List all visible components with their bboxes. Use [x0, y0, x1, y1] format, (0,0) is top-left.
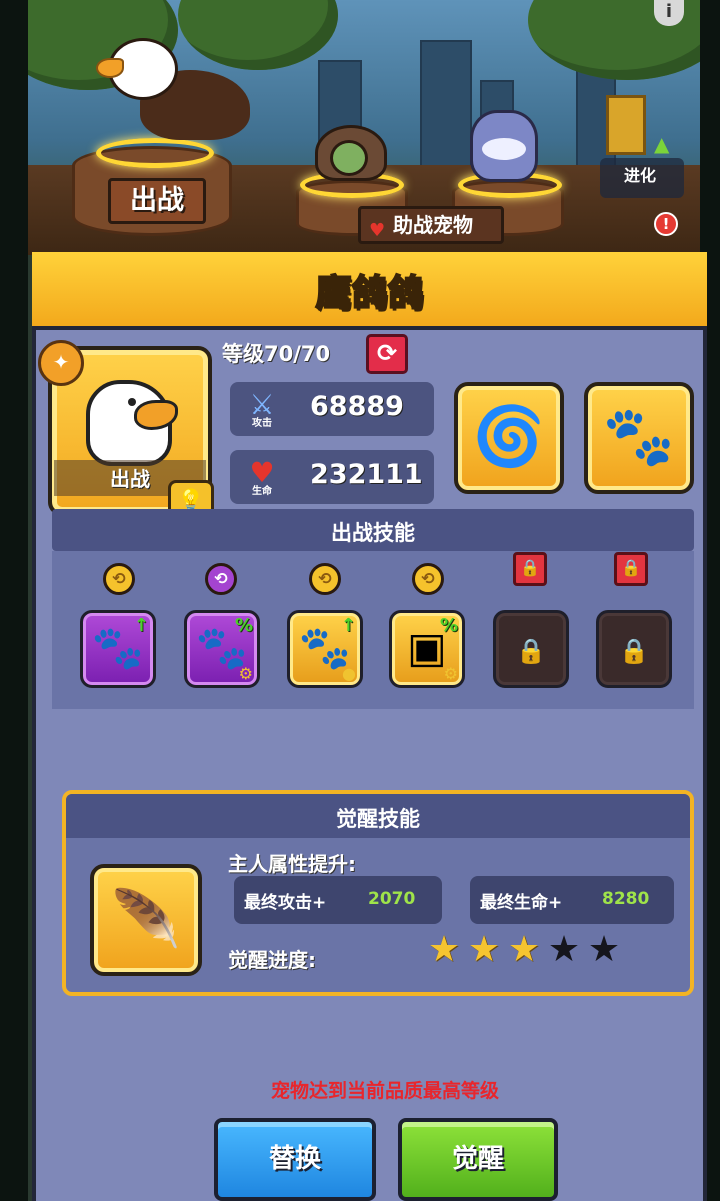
- paw-upgrade-skill[interactable]: 🐾: [584, 382, 694, 494]
- awakening-title: 觉醒技能: [336, 807, 420, 831]
- pet-name: 鹰鸽鸽: [314, 272, 424, 315]
- final-hp-value: 8280: [602, 889, 650, 909]
- tornado-icon: 🌀: [472, 402, 546, 470]
- info-icon[interactable]: i: [654, 0, 684, 26]
- replace-button[interactable]: 替换: [214, 1118, 376, 1201]
- heart-icon: ♥ 生命: [249, 456, 275, 497]
- skill-slot-2[interactable]: 🐾 % ⚙: [184, 610, 260, 688]
- up-arrow-icon: ↑: [340, 615, 356, 636]
- final-hp-label: 最终生命+: [480, 893, 563, 913]
- skill-badge-icon: ⟲: [309, 563, 341, 595]
- up-arrow-icon: ▲: [654, 132, 670, 156]
- star-empty-icon: ★: [547, 929, 581, 970]
- skill-badge-icon: ⟲: [103, 563, 135, 595]
- level-label: 等级70/70: [222, 342, 331, 366]
- awakening-skill[interactable]: 🪶: [90, 864, 202, 976]
- final-hp-bonus: 最终生命+ 8280: [470, 876, 674, 924]
- tree-canopy: [178, 0, 338, 70]
- max-level-notice: 宠物达到当前品质最高等级: [270, 1080, 499, 1102]
- tornado-skill[interactable]: 🌀: [454, 382, 564, 494]
- lock-icon: 🔒: [619, 637, 649, 665]
- gem-icon: ●: [342, 664, 356, 683]
- awakening-progress-label: 觉醒进度:: [228, 948, 316, 972]
- skill-slot-5-locked[interactable]: 🔒: [493, 610, 569, 688]
- lock-icon: 🔒: [513, 552, 547, 586]
- gear-icon: ⚙: [238, 664, 253, 683]
- owner-attribute-label: 主人属性提升:: [228, 852, 356, 876]
- skill-slot-6-locked[interactable]: 🔒: [596, 610, 672, 688]
- hp-stat: ♥ 生命 232111: [230, 450, 434, 504]
- paw-up-icon: 🐾: [602, 402, 676, 470]
- cat-face: [482, 138, 526, 160]
- battle-skills-header: 出战技能: [52, 509, 694, 551]
- active-ring: [96, 138, 214, 168]
- refresh-icon[interactable]: ⟳: [366, 334, 408, 374]
- up-arrow-icon: ↑: [133, 615, 149, 636]
- percent-icon: %: [234, 615, 253, 636]
- evolve-statue: [606, 95, 646, 155]
- star-filled-icon: ★: [507, 929, 541, 970]
- assist-pets-label: 助战宠物: [393, 213, 473, 237]
- turtle-head: [330, 140, 368, 176]
- lock-icon: 🔒: [614, 552, 648, 586]
- sword-icon: ⚔ 攻击: [249, 388, 275, 429]
- eagle-badge-icon: ✦: [38, 340, 84, 386]
- attack-value: 68889: [310, 391, 404, 422]
- awaken-button[interactable]: 觉醒: [398, 1118, 558, 1201]
- skill-slot-1[interactable]: 🐾 ↑: [80, 610, 156, 688]
- skill-slot-4[interactable]: ▣ % ⚙: [389, 610, 465, 688]
- star-filled-icon: ★: [427, 929, 461, 970]
- skill-slot-3[interactable]: 🐾 ↑ ●: [287, 610, 363, 688]
- gear-icon: ⚙: [443, 664, 458, 683]
- alert-icon: !: [654, 212, 678, 236]
- evolve-button[interactable]: 进化: [600, 158, 684, 198]
- percent-icon: %: [439, 615, 458, 636]
- title-bar: 鹰鸽鸽: [32, 252, 707, 330]
- star-empty-icon: ★: [587, 929, 621, 970]
- final-attack-label: 最终攻击+: [244, 893, 327, 913]
- hp-value: 232111: [310, 459, 423, 490]
- eagle-beak: [96, 58, 124, 78]
- battle-skills-title: 出战技能: [331, 521, 415, 545]
- skill-badge-icon: ⟲: [412, 563, 444, 595]
- deploy-sign[interactable]: 出战: [108, 178, 206, 224]
- final-attack-value: 2070: [368, 889, 416, 909]
- final-attack-bonus: 最终攻击+ 2070: [234, 876, 442, 924]
- star-filled-icon: ★: [467, 929, 501, 970]
- assist-pets-button[interactable]: ♥ 助战宠物: [358, 206, 504, 244]
- awakening-header: 觉醒技能: [66, 794, 690, 838]
- lock-icon: 🔒: [516, 637, 546, 665]
- eagle-eye: [128, 398, 136, 406]
- heart-icon: ♥: [369, 220, 386, 241]
- skill-badge-icon: ⟲: [205, 563, 237, 595]
- attack-stat: ⚔ 攻击 68889: [230, 382, 434, 436]
- feather-icon: 🪶: [111, 887, 181, 952]
